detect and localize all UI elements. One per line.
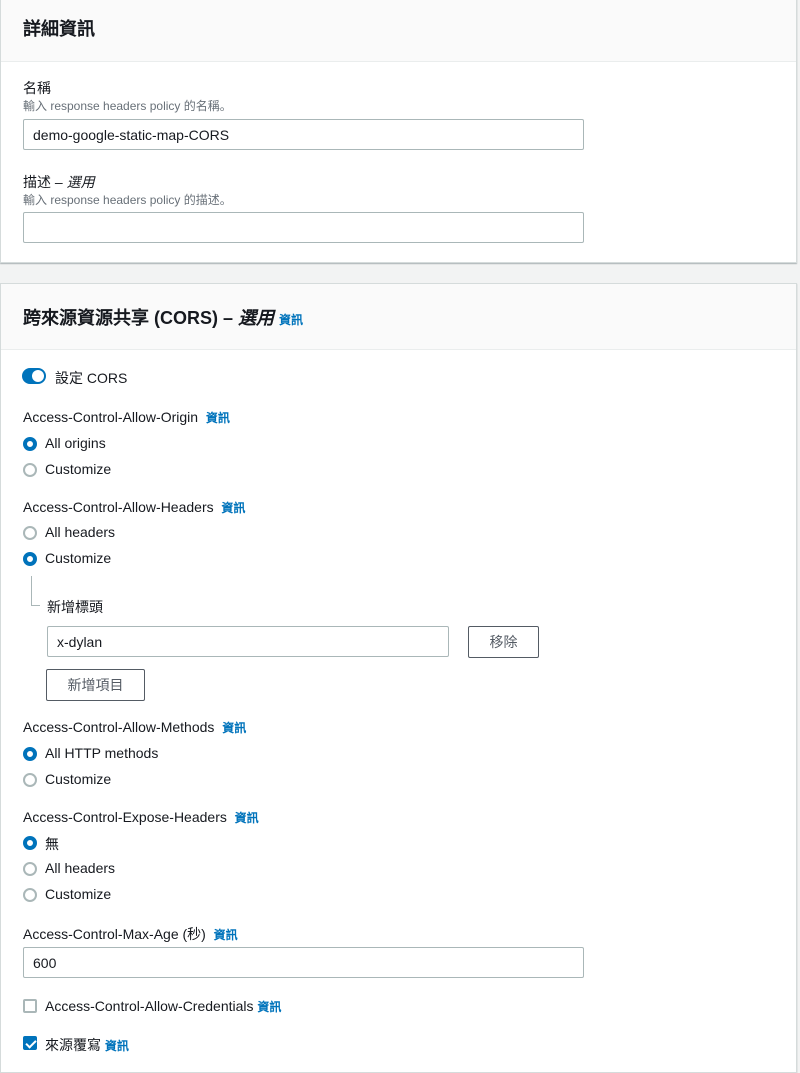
expose-headers-label-text: Access-Control-Expose-Headers xyxy=(23,809,227,825)
origin-override-label: 來源覆寫 資訊 xyxy=(45,1035,129,1055)
cors-toggle[interactable] xyxy=(22,368,46,384)
allow-headers-label: Access-Control-Allow-Headers 資訊 xyxy=(23,499,245,516)
allow-origin-customize-radio[interactable] xyxy=(23,463,37,477)
add-header-label: 新增標頭 xyxy=(47,599,103,615)
max-age-info-link[interactable]: 資訊 xyxy=(214,928,238,942)
allow-credentials-info-link[interactable]: 資訊 xyxy=(257,1000,281,1014)
header-value-input[interactable] xyxy=(47,626,449,657)
cors-header: 跨來源資源共享 (CORS) – 選用 資訊 xyxy=(1,284,796,350)
allow-origin-customize-label: Customize xyxy=(45,461,112,477)
allow-methods-label: Access-Control-Allow-Methods 資訊 xyxy=(23,719,246,736)
cors-toggle-label: 設定 CORS xyxy=(55,370,128,386)
cors-info-link[interactable]: 資訊 xyxy=(279,313,303,327)
allow-credentials-label-text: Access-Control-Allow-Credentials xyxy=(45,998,254,1014)
name-input[interactable] xyxy=(23,119,584,150)
allow-headers-info-link[interactable]: 資訊 xyxy=(221,501,245,515)
allow-headers-all-label: All headers xyxy=(45,524,116,540)
allow-headers-customize-label: Customize xyxy=(45,550,112,566)
allow-headers-all-radio[interactable] xyxy=(23,526,37,540)
cors-title-optional: 選用 xyxy=(238,308,275,328)
max-age-label-text: Access-Control-Max-Age (秒) xyxy=(23,926,206,942)
description-optional: 選用 xyxy=(66,174,95,190)
description-input[interactable] xyxy=(23,212,584,243)
allow-origin-info-link[interactable]: 資訊 xyxy=(206,411,230,425)
allow-methods-all-radio[interactable] xyxy=(23,747,37,761)
max-age-input[interactable] xyxy=(23,947,584,978)
origin-override-label-text: 來源覆寫 xyxy=(45,1037,101,1053)
allow-credentials-label: Access-Control-Allow-Credentials 資訊 xyxy=(45,998,281,1015)
add-item-button[interactable]: 新增項目 xyxy=(46,669,145,701)
expose-headers-all-radio[interactable] xyxy=(23,862,37,876)
origin-override-info-link[interactable]: 資訊 xyxy=(105,1039,129,1053)
details-header: 詳細資訊 xyxy=(1,0,796,62)
cors-panel: 跨來源資源共享 (CORS) – 選用 資訊 設定 CORS Access-Co… xyxy=(0,283,797,1073)
allow-origin-label: Access-Control-Allow-Origin 資訊 xyxy=(23,409,230,426)
details-panel: 詳細資訊 名稱 輸入 response headers policy 的名稱。 … xyxy=(0,0,797,263)
allow-credentials-checkbox[interactable] xyxy=(23,999,37,1013)
allow-origin-all-radio[interactable] xyxy=(23,437,37,451)
allow-origin-all-label: All origins xyxy=(45,435,106,451)
expose-headers-info-link[interactable]: 資訊 xyxy=(235,811,259,825)
expose-headers-all-label: All headers xyxy=(45,860,116,876)
description-label: 描述 – 選用 xyxy=(23,172,95,192)
allow-methods-label-text: Access-Control-Allow-Methods xyxy=(23,719,215,735)
allow-methods-all-label: All HTTP methods xyxy=(45,745,159,761)
allow-headers-customize-radio[interactable] xyxy=(23,552,37,566)
cors-title: 跨來源資源共享 (CORS) – 選用 資訊 xyxy=(23,304,303,330)
expose-headers-customize-label: Customize xyxy=(45,886,112,902)
expose-headers-none-radio[interactable] xyxy=(23,836,37,850)
nested-tree-line xyxy=(31,576,40,606)
allow-methods-customize-radio[interactable] xyxy=(23,773,37,787)
origin-override-checkbox[interactable] xyxy=(23,1036,37,1050)
max-age-label: Access-Control-Max-Age (秒) 資訊 xyxy=(23,924,238,944)
allow-origin-label-text: Access-Control-Allow-Origin xyxy=(23,409,199,425)
allow-methods-info-link[interactable]: 資訊 xyxy=(222,721,246,735)
expose-headers-none-label: 無 xyxy=(45,836,59,852)
expose-headers-customize-radio[interactable] xyxy=(23,888,37,902)
remove-header-button[interactable]: 移除 xyxy=(468,626,539,658)
allow-headers-label-text: Access-Control-Allow-Headers xyxy=(23,499,214,515)
name-label: 名稱 xyxy=(23,80,51,96)
name-description: 輸入 response headers policy 的名稱。 xyxy=(23,99,232,113)
description-label-text: 描述 – xyxy=(23,174,67,190)
description-description: 輸入 response headers policy 的描述。 xyxy=(23,193,232,207)
cors-title-text: 跨來源資源共享 (CORS) – xyxy=(23,308,239,328)
expose-headers-label: Access-Control-Expose-Headers 資訊 xyxy=(23,809,259,826)
details-title: 詳細資訊 xyxy=(23,19,95,39)
allow-methods-customize-label: Customize xyxy=(45,771,112,787)
